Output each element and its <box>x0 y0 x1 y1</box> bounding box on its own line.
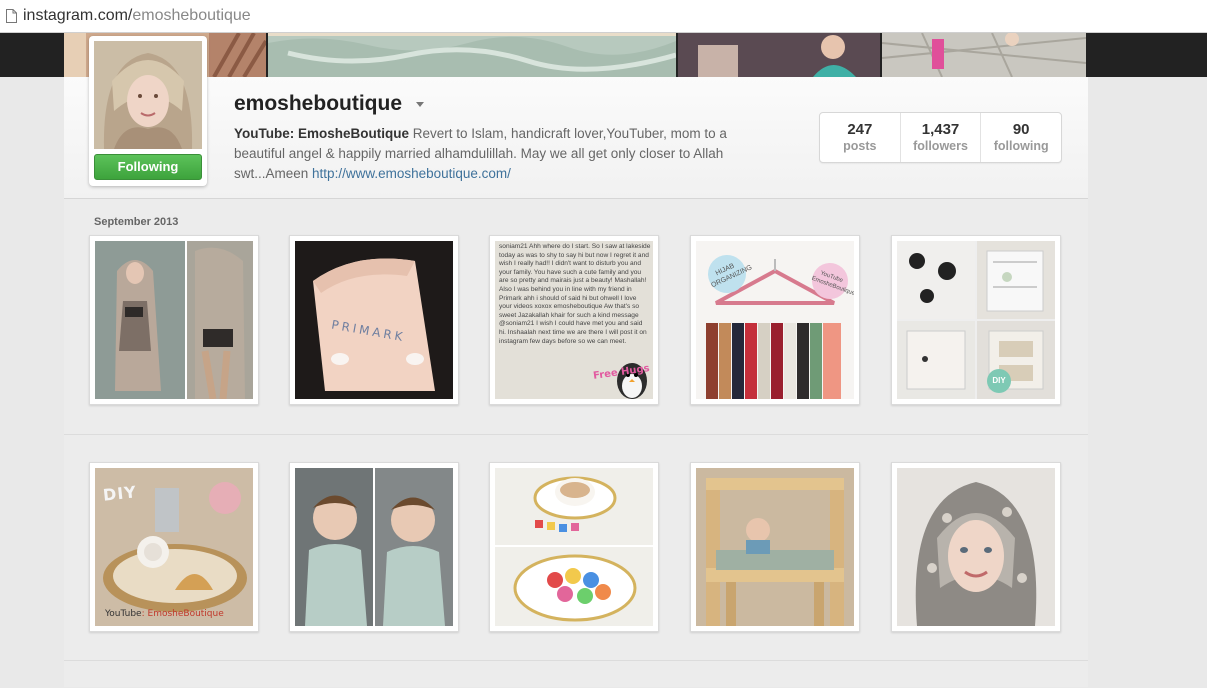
photo-row-partial <box>64 660 1088 688</box>
stat-following-value: 90 <box>1012 121 1030 138</box>
document-icon <box>6 9 17 23</box>
stat-followers[interactable]: 1,437 followers <box>899 113 981 162</box>
cover-photo-2 <box>268 33 676 77</box>
cover-photo-strip <box>64 33 1088 77</box>
stat-posts[interactable]: 247 posts <box>820 113 900 162</box>
diy-title: DIY <box>102 482 138 505</box>
stat-followers-value: 1,437 <box>921 121 960 138</box>
yt-prefix: YouTube <box>105 609 142 619</box>
chevron-down-icon[interactable] <box>416 102 424 107</box>
profile-bio: YouTube: EmosheBoutique Revert to Islam,… <box>234 124 754 184</box>
following-button[interactable]: Following <box>94 154 202 180</box>
url-path: emosheboutique <box>132 7 251 24</box>
photo-row: DIY YouTube: EmosheBoutique <box>64 434 1088 661</box>
bio-link[interactable]: http://www.emosheboutique.com/ <box>312 166 511 181</box>
avatar-card: Following <box>89 36 207 186</box>
stat-posts-label: posts <box>843 139 877 153</box>
cover-photo-3 <box>678 33 880 77</box>
profile-header: Following emosheboutique YouTube: Emoshe… <box>64 36 1088 199</box>
diy-badge: DIY <box>987 369 1011 393</box>
photo-tile[interactable]: HIJAB ORGANIZING YouTube EmosheBoutique <box>690 235 860 405</box>
bio-name: YouTube: EmosheBoutique <box>234 126 409 141</box>
stat-following-label: following <box>993 139 1049 153</box>
profile-username[interactable]: emosheboutique <box>234 92 402 116</box>
photo-tile[interactable] <box>489 462 659 632</box>
photo-tile[interactable]: DIY YouTube: EmosheBoutique <box>89 462 259 632</box>
photo-tile[interactable]: soniam21 Ahh where do I start. So I saw … <box>489 235 659 405</box>
photo-tile[interactable]: PRIMARK <box>289 235 459 405</box>
stat-posts-value: 247 <box>847 121 873 138</box>
profile-stats: 247 posts 1,437 followers 90 following <box>819 112 1062 163</box>
stat-followers-label: followers <box>913 139 968 153</box>
address-bar[interactable]: instagram.com/emosheboutique <box>0 0 1207 33</box>
avatar[interactable] <box>94 41 202 149</box>
photo-tile[interactable] <box>891 462 1061 632</box>
stat-following[interactable]: 90 following <box>980 113 1061 162</box>
cover-photo-4 <box>882 33 1086 77</box>
photo-tile[interactable] <box>289 462 459 632</box>
main-content: Following emosheboutique YouTube: Emoshe… <box>64 36 1088 688</box>
photo-tile[interactable]: DIY <box>891 235 1061 405</box>
photo-tile[interactable] <box>690 462 860 632</box>
yt-suffix: : EmosheBoutique <box>141 609 224 619</box>
url-domain: instagram.com/ <box>23 7 133 24</box>
photo-row: PRIMARK soniam21 Ahh where do I start. S… <box>64 199 1088 425</box>
url-text[interactable]: instagram.com/emosheboutique <box>23 7 251 25</box>
youtube-channel-label: YouTube: EmosheBoutique <box>105 609 224 619</box>
photo-tile[interactable] <box>89 235 259 405</box>
